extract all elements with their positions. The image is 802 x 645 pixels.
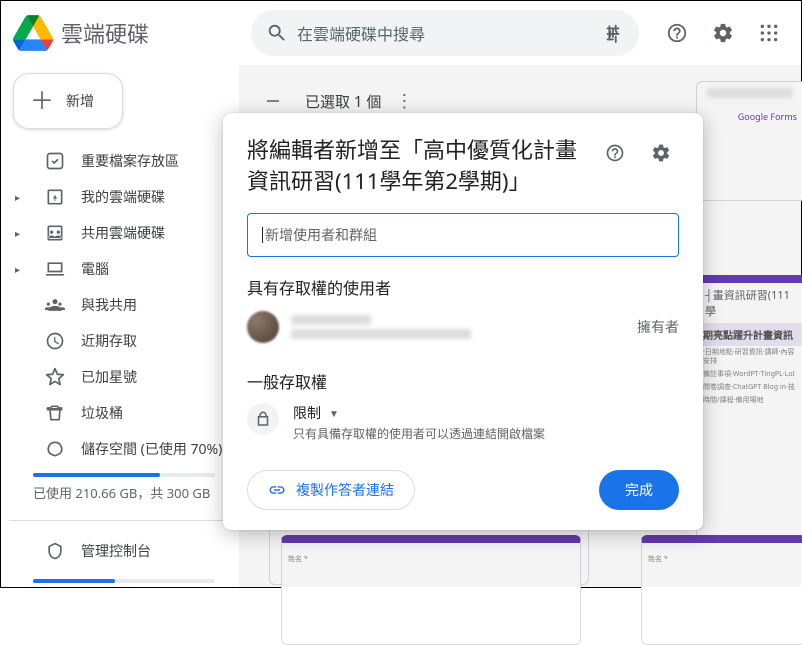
copy-link-button[interactable]: 複製作答者連結: [247, 470, 415, 510]
sidebar-item-label: 已加星號: [81, 367, 137, 387]
dialog-title: 將編輯者新增至「高中優質化計畫資訊研習(111學年第2學期)」: [247, 135, 587, 197]
header-actions: [657, 13, 789, 53]
general-access-row: 限制 ▼ 只有具備存取權的使用者可以透過連結開啟檔案: [247, 403, 679, 442]
sidebar-item-trash[interactable]: ▸ 垃圾桶: [9, 395, 239, 431]
add-people-input[interactable]: 新增使用者和群組: [247, 213, 679, 257]
header-bar: 雲端硬碟 在雲端硬碟中搜尋: [1, 1, 801, 65]
chevron-down-icon: ▼: [329, 406, 339, 420]
sidebar-item-recent[interactable]: ▸ 近期存取: [9, 323, 239, 359]
storage-progress: [33, 473, 215, 477]
drive-logo-icon: [13, 13, 53, 53]
help-icon[interactable]: [657, 13, 697, 53]
chevron-right-icon: ▸: [15, 262, 25, 276]
sidebar-item-my-drive[interactable]: ▸ 我的雲端硬碟: [9, 179, 239, 215]
share-dialog: 將編輯者新增至「高中優質化計畫資訊研習(111學年第2學期)」 新增使用者和群組…: [223, 113, 703, 530]
logo-block: 雲端硬碟: [13, 13, 251, 53]
user-row: 擁有者: [247, 311, 679, 343]
dialog-settings-icon[interactable]: [643, 135, 679, 171]
sidebar-item-label: 共用雲端硬碟: [81, 223, 165, 243]
sidebar-item-shared-drives[interactable]: ▸ 共用雲端硬碟: [9, 215, 239, 251]
sidebar-item-label: 垃圾桶: [81, 403, 123, 423]
avatar: [247, 311, 279, 343]
sidebar-item-starred[interactable]: ▸ 已加星號: [9, 359, 239, 395]
settings-icon[interactable]: [703, 13, 743, 53]
sidebar-item-storage[interactable]: ▸ 儲存空間 (已使用 70%): [9, 431, 239, 467]
chevron-right-icon: ▸: [15, 190, 25, 204]
app-title[interactable]: 雲端硬碟: [61, 17, 149, 49]
sidebar: ＋ 新增 ▸ 重要檔案存放區 ▸ 我的雲端硬碟 ▸ 共用雲端硬碟 ▸ 電腦 ▸ …: [1, 65, 239, 587]
lock-icon: [247, 403, 279, 435]
sidebar-item-label: 重要檔案存放區: [81, 151, 179, 171]
sidebar-item-label: 近期存取: [81, 331, 137, 351]
sidebar-item-label: 儲存空間 (已使用 70%): [81, 439, 222, 459]
sidebar-item-label: 我的雲端硬碟: [81, 187, 165, 207]
new-button[interactable]: ＋ 新增: [13, 73, 123, 129]
general-access-label: 一般存取權: [247, 369, 679, 393]
sidebar-item-priority[interactable]: ▸ 重要檔案存放區: [9, 143, 239, 179]
restricted-label: 限制: [293, 403, 321, 423]
chevron-right-icon: ▸: [15, 226, 25, 240]
copy-link-label: 複製作答者連結: [296, 480, 394, 500]
new-button-label: 新增: [66, 91, 94, 111]
plus-icon: ＋: [30, 89, 54, 113]
done-button[interactable]: 完成: [599, 470, 679, 510]
input-placeholder: 新增使用者和群組: [265, 225, 377, 245]
owner-label: 擁有者: [637, 317, 679, 337]
dialog-help-icon[interactable]: [597, 135, 633, 171]
sidebar-item-computers[interactable]: ▸ 電腦: [9, 251, 239, 287]
apps-icon[interactable]: [749, 13, 789, 53]
search-bar[interactable]: 在雲端硬碟中搜尋: [251, 10, 639, 56]
users-section-label: 具有存取權的使用者: [247, 275, 679, 299]
storage-text: 已使用 210.66 GB，共 300 GB: [33, 483, 215, 502]
sidebar-item-admin[interactable]: ▸ 管理控制台: [9, 533, 239, 569]
sidebar-item-label: 管理控制台: [81, 541, 151, 561]
search-placeholder: 在雲端硬碟中搜尋: [297, 21, 593, 45]
sidebar-item-shared-with-me[interactable]: ▸ 與我共用: [9, 287, 239, 323]
bottom-progress: [33, 579, 215, 583]
sidebar-item-label: 與我共用: [81, 295, 137, 315]
restricted-desc: 只有具備存取權的使用者可以透過連結開啟檔案: [293, 425, 679, 442]
search-icon[interactable]: [257, 13, 297, 53]
user-info: [291, 311, 625, 343]
sidebar-item-label: 電腦: [81, 259, 109, 279]
access-mode-dropdown[interactable]: 限制 ▼: [293, 403, 679, 423]
search-options-icon[interactable]: [593, 13, 633, 53]
